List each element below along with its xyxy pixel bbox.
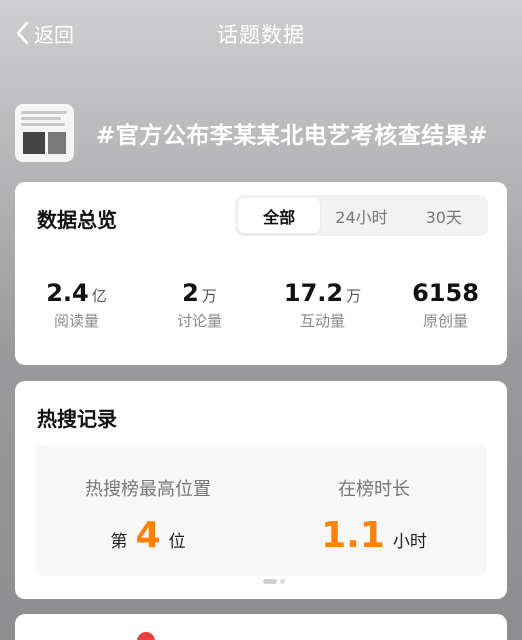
tab-24h[interactable]: 24小时 <box>320 198 402 233</box>
stat-value: 2 <box>182 279 199 307</box>
stat-label: 阅读量 <box>53 312 99 330</box>
rank-value: 4 <box>135 515 161 556</box>
stats-row: 2.4 亿 阅读量 2 万 讨论量 17.2 万 互动量 6158 原创量 <box>15 279 507 331</box>
stat-label: 讨论量 <box>176 312 222 330</box>
topic-title[interactable]: #官方公布李某某北电艺考核查结果# <box>96 116 501 150</box>
time-range-tabs: 全部 24小时 30天 <box>235 195 488 236</box>
stat-label: 互动量 <box>299 312 345 330</box>
duration-value: 1.1 <box>321 515 385 556</box>
time-on-list: 在榜时长 1.1 小时 <box>261 445 487 576</box>
stat-value: 6158 <box>412 279 479 307</box>
stat-unit: 亿 <box>91 287 107 305</box>
duration-unit: 小时 <box>392 532 427 552</box>
stat-unit: 万 <box>201 287 217 305</box>
topic-thumbnail[interactable] <box>15 104 74 162</box>
stat-unit: 万 <box>346 287 362 305</box>
stat-value: 2.4 <box>46 279 89 307</box>
rank-prefix: 第 <box>110 532 128 552</box>
hot-search-panel[interactable]: 热搜榜最高位置 第 4 位 在榜时长 1.1 小时 <box>35 445 487 576</box>
next-card <box>15 614 507 640</box>
page-title: 话题数据 <box>217 23 305 47</box>
stat-discussions: 2 万 讨论量 <box>138 279 261 331</box>
page-dot-active <box>263 579 277 584</box>
topic-header: #官方公布李某某北电艺考核查结果# <box>15 103 515 163</box>
stat-reads: 2.4 亿 阅读量 <box>15 279 138 331</box>
overview-title: 数据总览 <box>37 208 117 232</box>
tab-30d[interactable]: 30天 <box>403 198 485 233</box>
top-bar: 返回 话题数据 <box>0 0 522 68</box>
highest-position: 热搜榜最高位置 第 4 位 <box>35 445 261 576</box>
badge-icon <box>137 632 155 640</box>
stat-interactions: 17.2 万 互动量 <box>261 279 384 331</box>
stat-originals: 6158 原创量 <box>384 279 507 331</box>
highest-position-label: 热搜榜最高位置 <box>85 479 211 500</box>
rank-suffix: 位 <box>168 532 186 552</box>
tab-all[interactable]: 全部 <box>238 198 321 233</box>
data-overview-card: 数据总览 全部 24小时 30天 2.4 亿 阅读量 2 万 讨论量 17.2 … <box>15 182 507 365</box>
hot-search-card: 热搜记录 热搜榜最高位置 第 4 位 在榜时长 1.1 小时 <box>15 381 507 599</box>
page-dot <box>280 579 285 584</box>
page-indicator <box>263 579 285 584</box>
stat-label: 原创量 <box>422 312 468 330</box>
time-on-list-label: 在榜时长 <box>338 479 410 500</box>
hot-search-title: 热搜记录 <box>37 407 117 431</box>
stat-value: 17.2 <box>283 279 344 307</box>
